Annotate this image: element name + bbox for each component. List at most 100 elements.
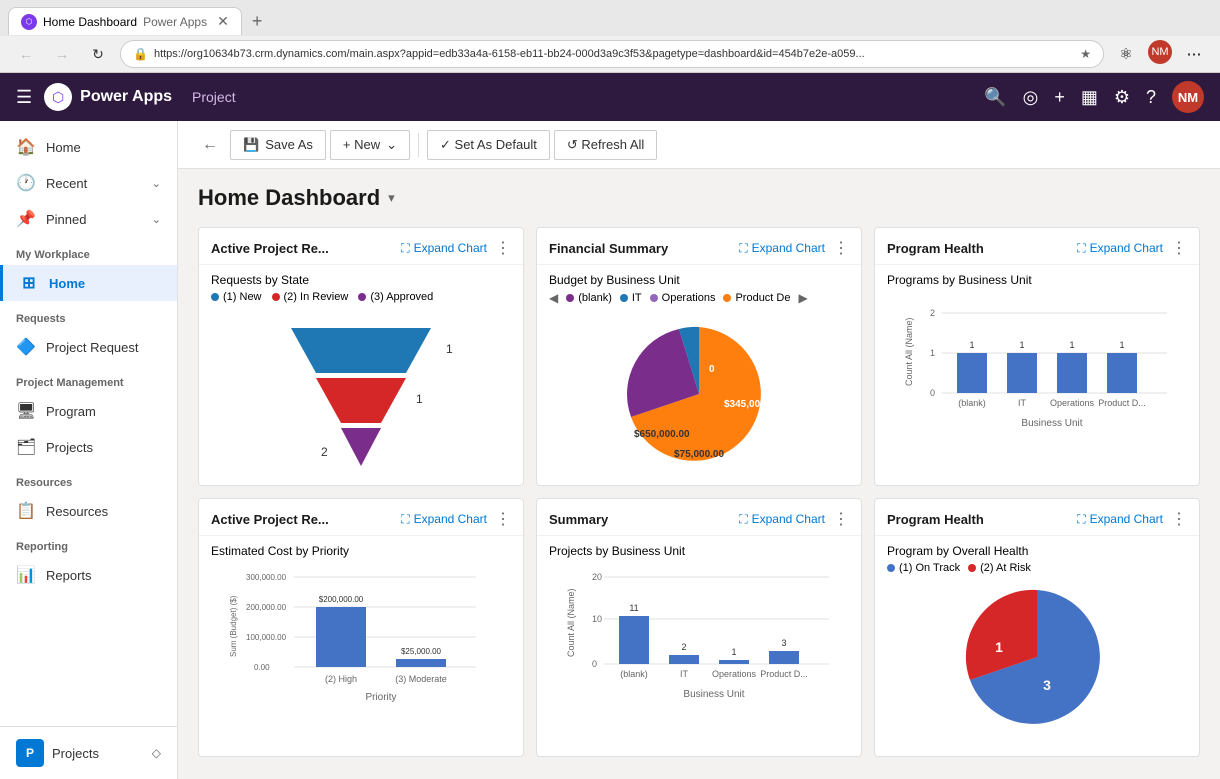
refresh-nav-btn[interactable]: ↻	[84, 40, 112, 68]
svg-text:Priority: Priority	[365, 692, 396, 703]
save-as-button[interactable]: 💾 Save As	[230, 130, 326, 160]
svg-text:$200,000.00: $200,000.00	[319, 595, 364, 604]
url-bar[interactable]: 🔒 https://org10634b73.crm.dynamics.com/m…	[120, 40, 1104, 68]
svg-text:(blank): (blank)	[620, 669, 648, 679]
home-icon: 🏠	[16, 137, 36, 157]
forward-nav-btn[interactable]: →	[48, 40, 76, 68]
set-as-default-button[interactable]: ✓ Set As Default	[427, 130, 550, 160]
tab-close-btn[interactable]: ✕	[217, 13, 229, 30]
url-text: https://org10634b73.crm.dynamics.com/mai…	[154, 48, 1074, 60]
resources-icon: 📋	[16, 501, 36, 521]
target-icon[interactable]: ◎	[1023, 87, 1039, 108]
tab-title: Home Dashboard	[43, 15, 137, 29]
chart5-more-btn[interactable]: ⋮	[833, 509, 849, 529]
sidebar-item-projects[interactable]: 🗂 Projects	[0, 429, 177, 465]
profile-btn[interactable]: NM	[1148, 40, 1172, 64]
sidebar-item-project-request[interactable]: 🔷 Project Request	[0, 329, 177, 365]
hamburger-menu[interactable]: ☰	[16, 87, 32, 108]
svg-text:(3) Moderate: (3) Moderate	[395, 674, 447, 684]
chart2-expand-btn[interactable]: ⛶ Expand Chart	[739, 241, 825, 256]
project-mgmt-section: Project Management	[0, 365, 177, 393]
chart1-subtitle: Requests by State	[211, 273, 511, 287]
chart1-more-btn[interactable]: ⋮	[495, 238, 511, 258]
my-workplace-section: My Workplace	[0, 237, 177, 265]
chart4-more-btn[interactable]: ⋮	[495, 509, 511, 529]
legend-dot-on-track	[887, 564, 895, 572]
back-nav-btn[interactable]: ←	[12, 40, 40, 68]
chart2-more-btn[interactable]: ⋮	[833, 238, 849, 258]
new-button[interactable]: + New ⌄	[330, 130, 410, 160]
add-icon[interactable]: +	[1054, 87, 1065, 108]
sidebar-footer-icon: P	[16, 739, 44, 767]
menu-btn[interactable]: ⋯	[1180, 40, 1208, 68]
svg-text:0: 0	[709, 364, 715, 375]
sidebar-item-home[interactable]: 🏠 Home	[0, 129, 177, 165]
pinned-chevron-icon: ⌄	[152, 213, 161, 226]
refresh-all-button[interactable]: ↺ Refresh All	[554, 130, 657, 160]
save-as-label: Save As	[265, 137, 313, 152]
sidebar-item-home-workplace[interactable]: ⊞ Home	[0, 265, 177, 301]
dashboard-chevron-icon[interactable]: ▾	[388, 190, 395, 206]
chart3-expand-btn[interactable]: ⛶ Expand Chart	[1077, 241, 1163, 256]
sidebar-footer[interactable]: P Projects ◇	[0, 726, 177, 779]
sidebar-item-pinned[interactable]: 📌 Pinned ⌄	[0, 201, 177, 237]
new-tab-btn[interactable]: +	[246, 9, 269, 34]
svg-text:1: 1	[416, 392, 423, 406]
sidebar-item-reports[interactable]: 📊 Reports	[0, 557, 177, 593]
svg-text:100,000.00: 100,000.00	[246, 633, 287, 642]
sidebar-item-recent[interactable]: 🕐 Recent ⌄	[0, 165, 177, 201]
svg-text:1: 1	[930, 348, 935, 358]
expand-chart6-icon: ⛶	[1077, 512, 1085, 527]
toolbar-separator	[418, 133, 419, 157]
chart4-title: Active Project Re...	[211, 512, 401, 527]
funnel-shapes: 1 1 2	[211, 309, 511, 477]
chart4-expand-btn[interactable]: ⛶ Expand Chart	[401, 512, 487, 527]
bar-svg-2: Sum (Budget) ($) 300,000.00 200,000.00 1…	[203, 562, 519, 747]
chart1-expand-btn[interactable]: ⛶ Expand Chart	[401, 241, 487, 256]
chart3-more-btn[interactable]: ⋮	[1171, 238, 1187, 258]
sidebar-item-program[interactable]: 🖥 Program	[0, 393, 177, 429]
pie-svg-wrapper-2: 3 1	[887, 580, 1187, 735]
settings-icon[interactable]: ⚙	[1114, 87, 1130, 108]
project-request-icon: 🔷	[16, 337, 36, 357]
program-icon: 🖥	[16, 401, 36, 421]
legend-blank-label: (blank)	[578, 292, 612, 304]
pie-legend-right-arrow[interactable]: ▶	[798, 291, 807, 305]
svg-text:1: 1	[1119, 340, 1124, 350]
svg-text:$650,000.00: $650,000.00	[634, 429, 690, 440]
legend-on-track: (1) On Track	[887, 562, 960, 574]
legend-at-risk: (2) At Risk	[968, 562, 1031, 574]
svg-text:3: 3	[781, 638, 786, 648]
sidebar-pinned-label: Pinned	[46, 212, 86, 227]
dashboard: Home Dashboard ▾ Active Project Re... ⛶ …	[178, 169, 1220, 773]
chart1-header: Active Project Re... ⛶ Expand Chart ⋮	[199, 228, 523, 265]
chart6-expand-btn[interactable]: ⛶ Expand Chart	[1077, 512, 1163, 527]
expand-chart4-icon: ⛶	[401, 512, 409, 527]
chart3-body: Programs by Business Unit Count All (Nam…	[875, 265, 1199, 485]
active-tab[interactable]: Home Dashboard Power Apps ✕	[8, 7, 242, 35]
sidebar-item-resources[interactable]: 📋 Resources	[0, 493, 177, 529]
save-as-icon: 💾	[243, 137, 259, 153]
user-avatar[interactable]: NM	[1172, 81, 1204, 113]
chart2-title: Financial Summary	[549, 241, 739, 256]
search-icon[interactable]: 🔍	[984, 87, 1006, 108]
funnel-container: Requests by State (1) New (2) In Review	[211, 273, 511, 477]
chart-program-health-2: Program Health ⛶ Expand Chart ⋮ Program …	[874, 498, 1200, 757]
svg-text:11: 11	[629, 603, 638, 613]
help-icon[interactable]: ?	[1146, 87, 1156, 108]
app-logo: Power Apps	[44, 83, 172, 111]
svg-text:1: 1	[1069, 340, 1074, 350]
browser-controls: ← → ↻ 🔒 https://org10634b73.crm.dynamics…	[0, 36, 1220, 72]
back-button[interactable]: ←	[194, 132, 226, 158]
legend-dot-product	[723, 294, 731, 302]
chart5-expand-btn[interactable]: ⛶ Expand Chart	[739, 512, 825, 527]
filter-icon[interactable]: ▦	[1081, 87, 1098, 108]
pie-legend-left-arrow[interactable]: ◀	[549, 291, 558, 305]
chart6-more-btn[interactable]: ⋮	[1171, 509, 1187, 529]
pinned-icon: 📌	[16, 209, 36, 229]
chart4-expand-label: Expand Chart	[414, 512, 487, 526]
set-as-default-label: ✓ Set As Default	[440, 137, 537, 153]
chart6-header: Program Health ⛶ Expand Chart ⋮	[875, 499, 1199, 536]
chart2-subtitle: Budget by Business Unit	[549, 273, 849, 287]
extensions-btn[interactable]: ⚛	[1112, 40, 1140, 68]
